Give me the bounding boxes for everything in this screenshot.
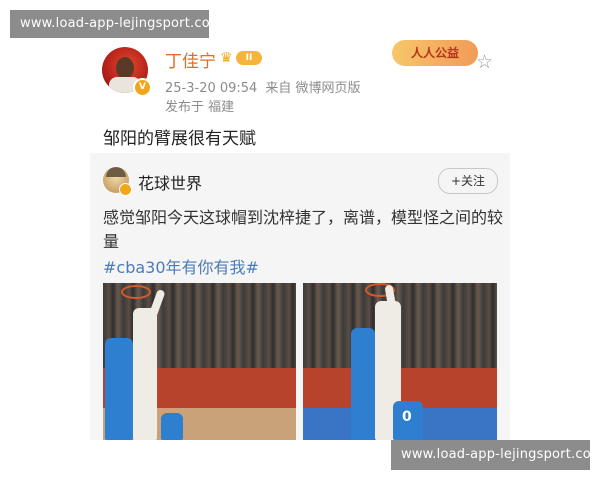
photo-player-blue [351, 328, 375, 440]
photo-player-blue-2 [161, 413, 183, 440]
repost-text: 感觉邹阳今天这球帽到沈梓捷了，离谱，模型怪之间的较量 [103, 208, 504, 251]
crown-icon: ♛ [220, 50, 233, 66]
photo-player-blue [105, 338, 133, 440]
watermark-bottom: www.load-app-lejingsport.com [391, 440, 600, 470]
photo-hoop [121, 285, 151, 299]
avatar-hat [106, 167, 126, 177]
post-location: 发布于 福建 [165, 100, 235, 115]
photo-player-white [133, 308, 157, 440]
jersey-number: 0 [402, 409, 412, 425]
charity-badge[interactable]: 人人公益 [392, 40, 478, 66]
repost-verified-icon [119, 183, 132, 196]
verified-icon: V [133, 78, 152, 97]
repost-author-name[interactable]: 花球世界 [138, 170, 202, 194]
photo-player-blue-2: 0 [393, 401, 423, 440]
star-icon[interactable]: ☆ [476, 52, 496, 72]
post-meta: 25-3-20 09:54 来自 微博网页版 [165, 77, 368, 96]
watermark-top: www.load-app-lejingsport.com [10, 10, 223, 38]
username[interactable]: 丁佳宁 [165, 47, 216, 72]
repost-photo-1[interactable] [103, 283, 296, 440]
repost-photo-2[interactable]: 0 [303, 283, 497, 440]
follow-button[interactable]: +关注 [438, 168, 498, 194]
post-timestamp[interactable]: 25-3-20 09:54 [165, 81, 257, 96]
hashtag-link[interactable]: #cba30年有你有我# [103, 254, 259, 278]
level-badge: II [236, 51, 262, 65]
avatar-face [116, 57, 134, 79]
post-source: 来自 微博网页版 [265, 81, 361, 96]
post-text: 邹阳的臂展很有天赋 [103, 129, 256, 149]
